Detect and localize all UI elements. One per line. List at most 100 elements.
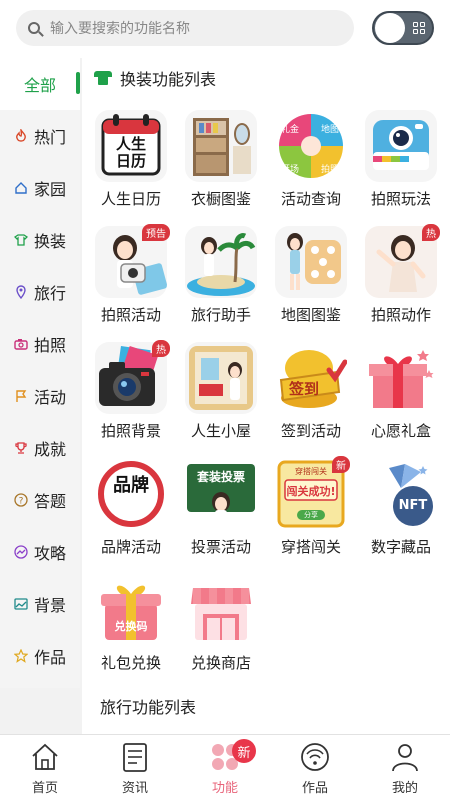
sidebar-item-home[interactable]: 家园	[0, 162, 80, 214]
tile-wish-giftbox[interactable]: 心愿礼盒	[356, 342, 446, 442]
location-pin-icon	[14, 285, 28, 299]
chip-stroll: 逛场	[281, 165, 300, 175]
sidebar-item-backgrounds[interactable]: 背景	[0, 578, 80, 630]
tile-life-cabin[interactable]: 人生小屋	[176, 342, 266, 442]
search-input[interactable]: 输入要搜索的功能名称	[16, 10, 354, 46]
tile-photo-pose[interactable]: 热 拍照动作	[356, 224, 446, 326]
tile-photo-event[interactable]: 预告 拍照活动	[86, 224, 176, 326]
sidebar-item-achievements[interactable]: 成就	[0, 422, 80, 474]
tab-label: 功能	[211, 781, 238, 796]
svg-text:?: ?	[19, 497, 24, 507]
preview-badge: 预告	[142, 224, 170, 241]
category-sidebar: 全部 热门 家园 换装 旅行 拍照 活动 成就 ? 答题 攻略 背景 作品	[0, 58, 80, 688]
chip-gift: 礼金	[281, 125, 300, 135]
function-grid: 人生 日历 人生日历 衣橱图鉴 礼金 地图 逛场 拍照 活动查询 拍照玩法 预告…	[82, 98, 450, 674]
tab-home[interactable]: 首页	[0, 735, 90, 800]
flag-icon	[14, 389, 28, 403]
tile-label: 拍照玩法	[370, 190, 431, 208]
section-title: 换装功能列表	[120, 70, 217, 89]
tile-gift-redeem[interactable]: 兑换码 礼包兑换	[86, 574, 176, 674]
sidebar-item-hot[interactable]: 热门	[0, 110, 80, 162]
chip-map: 地图	[321, 125, 340, 135]
tile-vote-event[interactable]: 套装投票 投票活动	[176, 458, 266, 558]
nft-text: NFT	[398, 498, 428, 513]
tab-news[interactable]: 资讯	[90, 735, 180, 800]
checkin-icon: 签到	[275, 342, 347, 414]
search-icon	[28, 22, 40, 34]
toggle-knob	[375, 13, 405, 43]
tab-label: 首页	[31, 781, 58, 796]
tile-outfit-challenge[interactable]: 新 穿搭闯关 闯关成功! 分享 穿搭闯关	[266, 456, 356, 558]
tile-label: 活动查询	[280, 190, 341, 208]
shop-icon	[185, 574, 257, 646]
sidebar-item-label: 家园	[34, 180, 67, 199]
tile-label: 旅行助手	[190, 306, 251, 324]
tile-redeem-shop[interactable]: 兑换商店	[176, 574, 266, 674]
checkin-text: 签到	[289, 380, 320, 398]
chip-photo: 拍照	[321, 165, 340, 175]
tile-digital-collectibles[interactable]: NFT 数字藏品	[356, 458, 446, 558]
tile-event-search[interactable]: 礼金 地图 逛场 拍照 活动查询	[266, 110, 356, 210]
tile-label: 心愿礼盒	[370, 422, 431, 440]
bottom-tab-bar: 首页 资讯 功能 作品 我的 新	[0, 734, 450, 800]
wardrobe-icon	[185, 110, 257, 182]
news-icon	[123, 743, 147, 772]
sidebar-item-all[interactable]: 全部	[0, 58, 80, 110]
tile-label: 投票活动	[190, 538, 251, 556]
sidebar-item-guides[interactable]: 攻略	[0, 526, 80, 578]
challenge-success-text: 闯关成功!	[286, 485, 336, 498]
sidebar-item-label: 热门	[34, 128, 67, 147]
tile-label: 人生日历	[100, 190, 161, 208]
tile-travel-assistant[interactable]: 旅行助手	[176, 226, 266, 326]
sidebar-item-travel[interactable]: 旅行	[0, 266, 80, 318]
tile-map-guide[interactable]: 地图图鉴	[266, 226, 356, 326]
tile-wardrobe[interactable]: 衣橱图鉴	[176, 110, 266, 210]
sidebar-item-works[interactable]: 作品	[0, 630, 80, 682]
sidebar-item-label: 成就	[34, 440, 67, 459]
tile-label: 签到活动	[280, 422, 341, 440]
calendar-icon: 人生 日历	[95, 110, 167, 182]
nft-icon: NFT	[365, 458, 437, 530]
tile-brand-event[interactable]: 品牌 品牌活动	[86, 458, 176, 558]
home-icon	[32, 743, 58, 770]
tile-label: 穿搭闯关	[280, 538, 341, 556]
hot-badge: 热	[422, 224, 440, 241]
tile-label: 数字藏品	[370, 538, 431, 556]
tile-life-calendar[interactable]: 人生 日历 人生日历	[86, 110, 176, 210]
question-icon: ?	[14, 493, 28, 507]
sidebar-item-label: 答题	[34, 492, 67, 511]
sidebar-item-label: 活动	[34, 388, 67, 407]
image-icon	[14, 597, 28, 611]
trophy-icon	[14, 441, 28, 455]
vote-text: 套装投票	[196, 470, 245, 484]
grid-icon	[413, 22, 425, 34]
new-badge: 新	[232, 739, 256, 763]
sidebar-item-label: 攻略	[34, 544, 67, 563]
gift-box-icon	[365, 342, 437, 414]
section-header: 换装功能列表	[82, 58, 450, 98]
sidebar-item-photo[interactable]: 拍照	[0, 318, 80, 370]
tile-checkin-event[interactable]: 签到 签到活动	[266, 342, 356, 442]
share-text: 分享	[304, 511, 318, 519]
new-badge: 新	[332, 456, 350, 473]
tab-me[interactable]: 我的	[360, 735, 450, 800]
vote-board-icon: 套装投票	[185, 458, 257, 530]
tab-works[interactable]: 作品	[270, 735, 360, 800]
sidebar-item-label: 作品	[34, 648, 67, 667]
brand-text: 品牌	[113, 475, 149, 496]
tile-label: 地图图鉴	[280, 306, 341, 324]
star-icon	[14, 649, 28, 663]
sidebar-item-label: 换装	[34, 232, 67, 251]
function-list-panel: 换装功能列表 人生 日历 人生日历 衣橱图鉴 礼金 地图 逛场 拍照 活动查询 …	[82, 58, 450, 734]
view-toggle[interactable]	[372, 11, 434, 45]
sidebar-item-quiz[interactable]: ? 答题	[0, 474, 80, 526]
tile-photo-background[interactable]: 热 拍照背景	[86, 340, 176, 442]
sidebar-item-dressup[interactable]: 换装	[0, 214, 80, 266]
works-icon	[301, 743, 329, 771]
sidebar-item-events[interactable]: 活动	[0, 370, 80, 422]
tile-photo-play[interactable]: 拍照玩法	[356, 110, 446, 210]
sidebar-item-label: 全部	[24, 76, 57, 95]
event-icon: 礼金 地图 逛场 拍照	[275, 110, 347, 182]
top-bar: 输入要搜索的功能名称	[0, 0, 450, 58]
tab-functions[interactable]: 功能	[180, 735, 270, 800]
